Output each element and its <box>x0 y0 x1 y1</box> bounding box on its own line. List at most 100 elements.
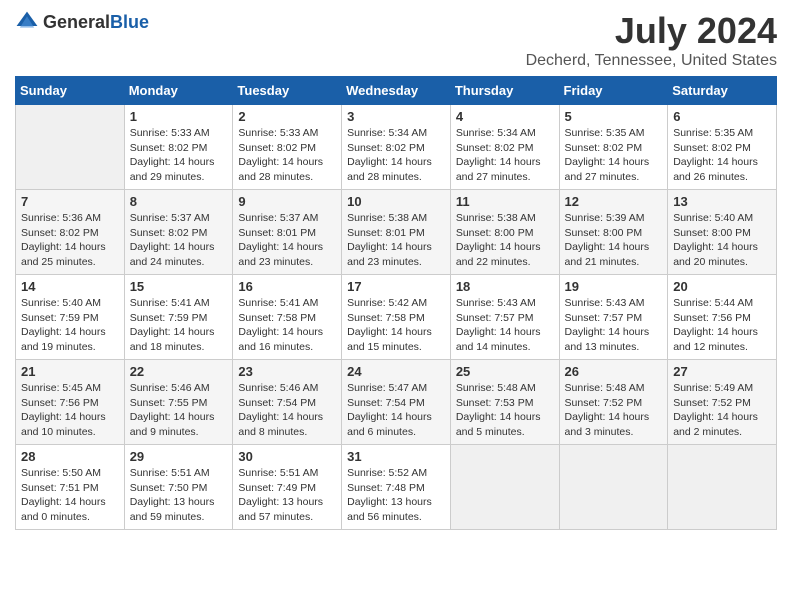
day-cell: 12Sunrise: 5:39 AM Sunset: 8:00 PM Dayli… <box>559 190 668 275</box>
day-number: 30 <box>238 449 336 464</box>
day-cell: 29 Sunrise: 5:51 AM Sunset: 7:50 PM Dayli… <box>124 445 233 530</box>
day-cell: 24Sunrise: 5:47 AM Sunset: 7:54 PM Dayli… <box>342 360 451 445</box>
day-cell: 8 Sunrise: 5:37 AM Sunset: 8:02 PM Daylig… <box>124 190 233 275</box>
day-cell: 9Sunrise: 5:37 AM Sunset: 8:01 PM Daylig… <box>233 190 342 275</box>
day-info: Sunrise: 5:46 AM Sunset: 7:54 PM Dayligh… <box>238 381 336 440</box>
day-info: Sunrise: 5:43 AM Sunset: 7:57 PM Dayligh… <box>565 296 663 355</box>
title-area: July 2024 Decherd, Tennessee, United Sta… <box>526 10 777 70</box>
day-number: 15 <box>130 279 228 294</box>
day-cell: 18Sunrise: 5:43 AM Sunset: 7:57 PM Dayli… <box>450 275 559 360</box>
day-info: Sunrise: 5:41 AM Sunset: 7:59 PM Dayligh… <box>130 296 228 355</box>
day-number: 28 <box>21 449 119 464</box>
day-info: Sunrise: 5:33 AM Sunset: 8:02 PM Dayligh… <box>238 126 336 185</box>
col-sunday: Sunday <box>16 77 125 105</box>
day-cell: 7 Sunrise: 5:36 AM Sunset: 8:02 PM Daylig… <box>16 190 125 275</box>
day-cell: 16Sunrise: 5:41 AM Sunset: 7:58 PM Dayli… <box>233 275 342 360</box>
day-cell: 5 Sunrise: 5:35 AM Sunset: 8:02 PM Daylig… <box>559 105 668 190</box>
day-info: Sunrise: 5:39 AM Sunset: 8:00 PM Dayligh… <box>565 211 663 270</box>
day-cell: 11Sunrise: 5:38 AM Sunset: 8:00 PM Dayli… <box>450 190 559 275</box>
logo-icon <box>15 10 39 34</box>
day-info: Sunrise: 5:42 AM Sunset: 7:58 PM Dayligh… <box>347 296 445 355</box>
day-number: 3 <box>347 109 445 124</box>
day-number: 29 <box>130 449 228 464</box>
day-number: 9 <box>238 194 336 209</box>
col-thursday: Thursday <box>450 77 559 105</box>
day-cell: 1 Sunrise: 5:33 AM Sunset: 8:02 PM Daylig… <box>124 105 233 190</box>
col-tuesday: Tuesday <box>233 77 342 105</box>
day-cell: 25 Sunrise: 5:48 AM Sunset: 7:53 PM Dayli… <box>450 360 559 445</box>
day-number: 21 <box>21 364 119 379</box>
day-info: Sunrise: 5:35 AM Sunset: 8:02 PM Dayligh… <box>673 126 771 185</box>
day-info: Sunrise: 5:35 AM Sunset: 8:02 PM Dayligh… <box>565 126 663 185</box>
day-info: Sunrise: 5:52 AM Sunset: 7:48 PM Dayligh… <box>347 466 445 525</box>
day-number: 17 <box>347 279 445 294</box>
day-cell: 23 Sunrise: 5:46 AM Sunset: 7:54 PM Dayli… <box>233 360 342 445</box>
day-cell: 31Sunrise: 5:52 AM Sunset: 7:48 PM Dayli… <box>342 445 451 530</box>
day-info: Sunrise: 5:49 AM Sunset: 7:52 PM Dayligh… <box>673 381 771 440</box>
day-cell: 20 Sunrise: 5:44 AM Sunset: 7:56 PM Dayli… <box>668 275 777 360</box>
day-info: Sunrise: 5:40 AM Sunset: 8:00 PM Dayligh… <box>673 211 771 270</box>
day-info: Sunrise: 5:36 AM Sunset: 8:02 PM Dayligh… <box>21 211 119 270</box>
day-info: Sunrise: 5:51 AM Sunset: 7:50 PM Dayligh… <box>130 466 228 525</box>
week-row-3: 21 Sunrise: 5:45 AM Sunset: 7:56 PM Dayli… <box>16 360 777 445</box>
col-friday: Friday <box>559 77 668 105</box>
day-info: Sunrise: 5:34 AM Sunset: 8:02 PM Dayligh… <box>347 126 445 185</box>
day-cell <box>668 445 777 530</box>
week-row-2: 14 Sunrise: 5:40 AM Sunset: 7:59 PM Dayli… <box>16 275 777 360</box>
day-number: 20 <box>673 279 771 294</box>
main-title: July 2024 <box>526 10 777 52</box>
col-monday: Monday <box>124 77 233 105</box>
header-row: Sunday Monday Tuesday Wednesday Thursday… <box>16 77 777 105</box>
day-info: Sunrise: 5:44 AM Sunset: 7:56 PM Dayligh… <box>673 296 771 355</box>
day-info: Sunrise: 5:40 AM Sunset: 7:59 PM Dayligh… <box>21 296 119 355</box>
day-number: 7 <box>21 194 119 209</box>
day-info: Sunrise: 5:38 AM Sunset: 8:01 PM Dayligh… <box>347 211 445 270</box>
day-cell: 19 Sunrise: 5:43 AM Sunset: 7:57 PM Dayli… <box>559 275 668 360</box>
day-info: Sunrise: 5:38 AM Sunset: 8:00 PM Dayligh… <box>456 211 554 270</box>
day-number: 1 <box>130 109 228 124</box>
subtitle: Decherd, Tennessee, United States <box>526 52 777 70</box>
day-info: Sunrise: 5:51 AM Sunset: 7:49 PM Dayligh… <box>238 466 336 525</box>
day-number: 6 <box>673 109 771 124</box>
day-number: 5 <box>565 109 663 124</box>
day-cell: 4Sunrise: 5:34 AM Sunset: 8:02 PM Daylig… <box>450 105 559 190</box>
day-number: 2 <box>238 109 336 124</box>
day-number: 16 <box>238 279 336 294</box>
day-number: 19 <box>565 279 663 294</box>
day-info: Sunrise: 5:33 AM Sunset: 8:02 PM Dayligh… <box>130 126 228 185</box>
day-number: 25 <box>456 364 554 379</box>
col-wednesday: Wednesday <box>342 77 451 105</box>
day-number: 23 <box>238 364 336 379</box>
day-cell: 15 Sunrise: 5:41 AM Sunset: 7:59 PM Dayli… <box>124 275 233 360</box>
header: GeneralBlue July 2024 Decherd, Tennessee… <box>15 10 777 70</box>
week-row-4: 28Sunrise: 5:50 AM Sunset: 7:51 PM Dayli… <box>16 445 777 530</box>
day-cell: 22 Sunrise: 5:46 AM Sunset: 7:55 PM Dayli… <box>124 360 233 445</box>
day-info: Sunrise: 5:37 AM Sunset: 8:02 PM Dayligh… <box>130 211 228 270</box>
day-cell: 30 Sunrise: 5:51 AM Sunset: 7:49 PM Dayli… <box>233 445 342 530</box>
day-number: 22 <box>130 364 228 379</box>
day-info: Sunrise: 5:48 AM Sunset: 7:52 PM Dayligh… <box>565 381 663 440</box>
col-saturday: Saturday <box>668 77 777 105</box>
day-info: Sunrise: 5:45 AM Sunset: 7:56 PM Dayligh… <box>21 381 119 440</box>
day-number: 27 <box>673 364 771 379</box>
week-row-1: 7 Sunrise: 5:36 AM Sunset: 8:02 PM Daylig… <box>16 190 777 275</box>
day-number: 26 <box>565 364 663 379</box>
week-row-0: 1 Sunrise: 5:33 AM Sunset: 8:02 PM Daylig… <box>16 105 777 190</box>
day-cell: 17 Sunrise: 5:42 AM Sunset: 7:58 PM Dayli… <box>342 275 451 360</box>
day-info: Sunrise: 5:48 AM Sunset: 7:53 PM Dayligh… <box>456 381 554 440</box>
day-number: 10 <box>347 194 445 209</box>
day-cell: 6 Sunrise: 5:35 AM Sunset: 8:02 PM Daylig… <box>668 105 777 190</box>
day-cell: 13Sunrise: 5:40 AM Sunset: 8:00 PM Dayli… <box>668 190 777 275</box>
day-info: Sunrise: 5:43 AM Sunset: 7:57 PM Dayligh… <box>456 296 554 355</box>
logo-text: GeneralBlue <box>43 12 149 33</box>
day-cell <box>16 105 125 190</box>
day-info: Sunrise: 5:47 AM Sunset: 7:54 PM Dayligh… <box>347 381 445 440</box>
calendar-table: Sunday Monday Tuesday Wednesday Thursday… <box>15 76 777 530</box>
day-number: 8 <box>130 194 228 209</box>
day-cell: 27 Sunrise: 5:49 AM Sunset: 7:52 PM Dayli… <box>668 360 777 445</box>
day-info: Sunrise: 5:46 AM Sunset: 7:55 PM Dayligh… <box>130 381 228 440</box>
day-cell <box>450 445 559 530</box>
day-number: 14 <box>21 279 119 294</box>
day-cell: 2 Sunrise: 5:33 AM Sunset: 8:02 PM Daylig… <box>233 105 342 190</box>
day-cell: 14 Sunrise: 5:40 AM Sunset: 7:59 PM Dayli… <box>16 275 125 360</box>
